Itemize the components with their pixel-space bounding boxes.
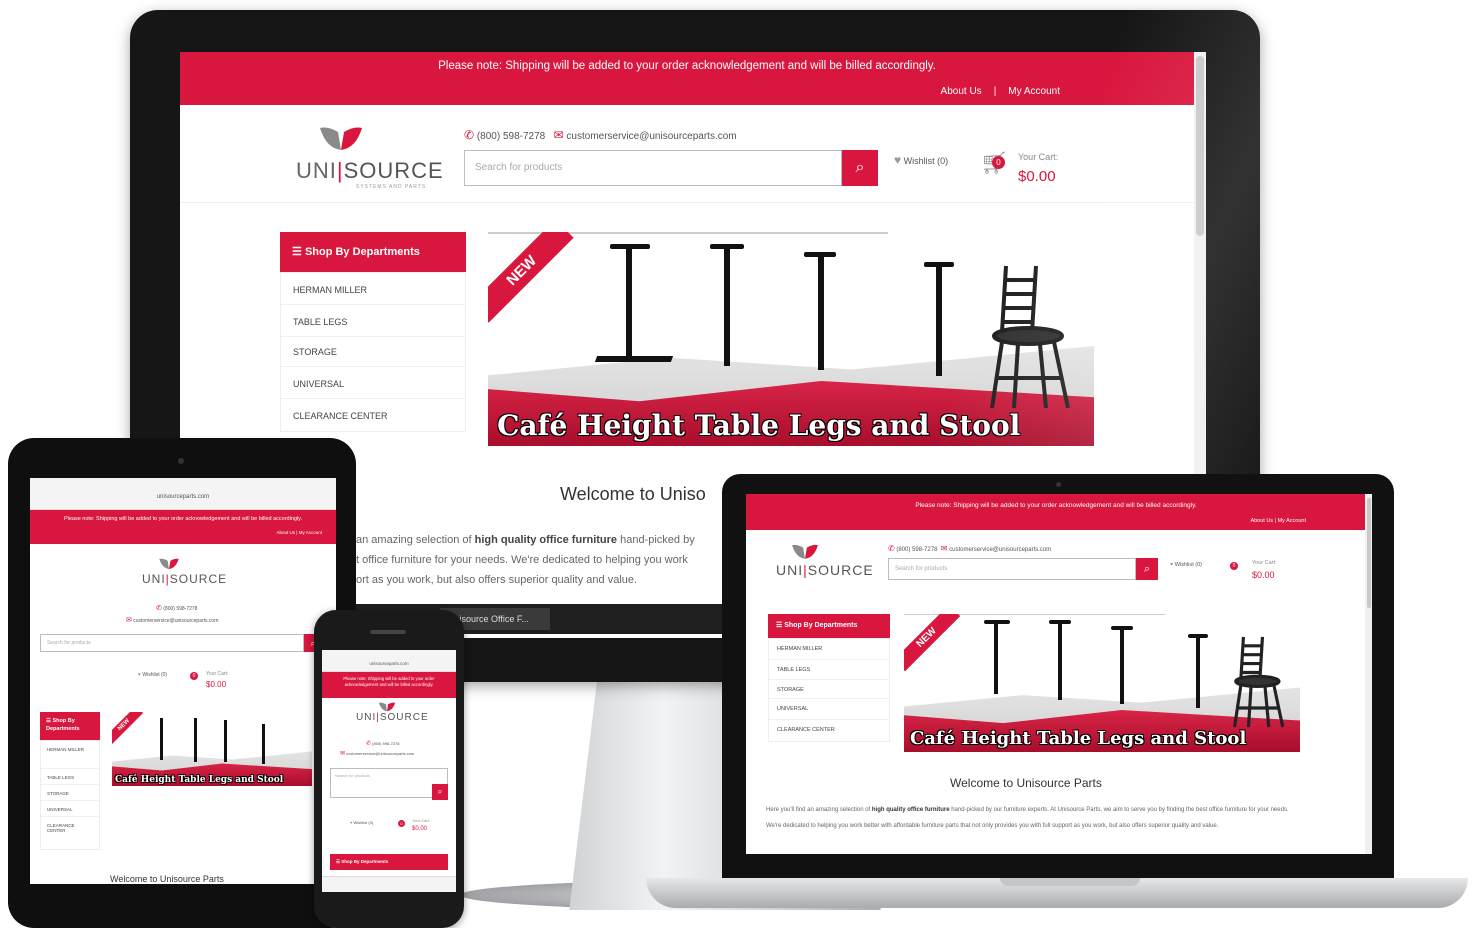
tablet-departments-list: HERMAN MILLER TABLE LEGS STORAGE UNIVERS…: [40, 740, 100, 850]
laptop-notice-bar: Please note: Shipping will be added to y…: [746, 494, 1366, 530]
laptop-search-button[interactable]: ⌕: [1136, 558, 1158, 580]
laptop-screen: Please note: Shipping will be added to y…: [746, 494, 1372, 854]
dept-clearance-center[interactable]: CLEARANCE CENTER: [281, 399, 465, 431]
laptop-cart-label: Your Cart:: [1252, 560, 1277, 566]
shop-by-departments[interactable]: ☰ Shop By Departments: [280, 232, 466, 272]
tablet-phone: ✆ (800) 598-7278: [156, 605, 198, 612]
heart-icon: ♥: [894, 153, 902, 167]
search-button[interactable]: ⌕: [842, 150, 878, 186]
phone-search-button[interactable]: ⌕: [432, 784, 448, 800]
laptop-welcome: Welcome to Unisource Parts: [950, 776, 1102, 790]
tablet-notice-bar: Please note: Shipping will be added to y…: [30, 510, 336, 544]
tablet-wishlist[interactable]: ♥ Wishlist (0): [138, 672, 167, 678]
tablet-email: ✉ customerservice@unisourceparts.com: [126, 617, 219, 624]
phone-cart-badge[interactable]: 0: [398, 820, 405, 827]
laptop-intro-paragraph: Here you'll find an amazing selection of…: [766, 807, 1289, 829]
laptop-departments-button[interactable]: ☰ Shop By Departments: [768, 614, 890, 638]
tablet-logo-text: UNI|SOURCE: [142, 572, 228, 586]
tablet-logo-mark: [159, 558, 179, 570]
phone-icon: ✆: [464, 128, 475, 142]
tablet-address-bar[interactable]: unisourceparts.com: [30, 478, 336, 510]
laptop-camera: [1056, 482, 1061, 487]
laptop-dept-clearance[interactable]: CLEARANCE CENTER: [769, 720, 889, 741]
departments-list: HERMAN MILLER TABLE LEGS STORAGE UNIVERS…: [280, 272, 466, 432]
search-input[interactable]: Search for products: [464, 150, 842, 186]
laptop-scrollbar[interactable]: [1365, 494, 1372, 854]
laptop-departments-list: HERMAN MILLER TABLE LEGS STORAGE UNIVERS…: [768, 638, 890, 742]
mail-icon: ✉: [553, 128, 564, 142]
tablet-camera: [178, 458, 184, 464]
dept-table-legs[interactable]: TABLE LEGS: [281, 305, 465, 337]
laptop-new-badge: NEW: [904, 614, 961, 672]
tablet-dept-storage[interactable]: STORAGE: [41, 785, 99, 801]
tablet-dept-herman-miller[interactable]: HERMAN MILLER: [41, 741, 99, 769]
tablet-departments-button[interactable]: ☰ Shop By Departments: [40, 712, 100, 740]
tablet-dept-table-legs[interactable]: TABLE LEGS: [41, 769, 99, 785]
tablet-banner[interactable]: NEW Café Height Table Legs and Stool: [112, 712, 312, 786]
dept-storage[interactable]: STORAGE: [281, 337, 465, 367]
tablet-dept-universal[interactable]: UNIVERSAL: [41, 801, 99, 817]
logo-text[interactable]: UNI|SOURCE: [296, 158, 444, 184]
phone-email: ✉ customerservice@unisourceparts.com: [340, 751, 415, 757]
laptop-cart-total[interactable]: $0.00: [1252, 570, 1275, 580]
tablet-cart-total: $0.00: [206, 680, 227, 689]
laptop-contact: ✆ (800) 598-7278 ✉ customerservice@uniso…: [888, 544, 1052, 553]
laptop-banner-title: Café Height Table Legs and Stool: [909, 728, 1247, 750]
laptop-cart-badge[interactable]: 0: [1230, 562, 1238, 570]
phone-logo-mark: [378, 702, 396, 712]
tablet-cart-badge[interactable]: 0: [190, 672, 198, 680]
phone-search-input[interactable]: Search for products: [330, 768, 448, 798]
phone-speaker: [370, 630, 406, 634]
dept-universal[interactable]: UNIVERSAL: [281, 367, 465, 399]
logo-mark[interactable]: [318, 126, 364, 152]
phone-cart-label: Your Cart:: [412, 818, 430, 823]
laptop-dept-storage[interactable]: STORAGE: [769, 680, 889, 699]
phone-screen: unisourceparts.com Please note: Shipping…: [322, 650, 456, 892]
welcome-heading: Welcome to Uniso: [560, 484, 706, 504]
laptop-dept-herman-miller[interactable]: HERMAN MILLER: [769, 639, 889, 660]
tablet-search-input[interactable]: Search for products: [40, 634, 304, 652]
menu-icon: ☰: [292, 246, 302, 258]
tablet-welcome: Welcome to Unisource Parts: [110, 874, 224, 884]
phone-notice-bar: Please note: Shipping will be added to y…: [322, 672, 456, 698]
phone-wishlist[interactable]: ♥ Wishlist (0): [350, 820, 373, 825]
phone-toolbar: [322, 876, 456, 892]
tablet-new-badge: NEW: [112, 712, 144, 745]
laptop-notch: [1000, 878, 1140, 886]
laptop-stool-image: [1232, 636, 1285, 728]
dept-herman-miller[interactable]: HERMAN MILLER: [281, 273, 465, 305]
phone-number[interactable]: (800) 598-7278: [477, 131, 545, 142]
tablet-banner-title: Café Height Table Legs and Stool: [115, 774, 284, 785]
contact-row: ✆ (800) 598-7278 ✉ customerservice@uniso…: [464, 128, 737, 142]
phone-address-bar[interactable]: unisourceparts.com: [322, 650, 456, 672]
laptop-banner[interactable]: NEW Café Height Table Legs and Stool: [904, 614, 1300, 752]
laptop-logo-mark[interactable]: [790, 544, 820, 560]
laptop-logo-text[interactable]: UNI|SOURCE: [776, 562, 874, 578]
new-badge: NEW: [488, 232, 574, 323]
laptop-dept-universal[interactable]: UNIVERSAL: [769, 699, 889, 720]
phone-logo-text: UNI|SOURCE: [356, 712, 429, 723]
phone-phone: ✆ (800) 598-7278: [366, 741, 400, 747]
phone-cart-total: $0.00: [412, 826, 428, 832]
laptop-wishlist[interactable]: ♥ Wishlist (0): [1170, 562, 1202, 568]
tablet-cart-label: Your Cart:: [206, 671, 229, 677]
phone-departments-button[interactable]: ☰ Shop By Departments: [330, 854, 448, 870]
logo-tagline: SYSTEMS AND PARTS: [356, 184, 427, 190]
search-icon: ⌕: [855, 159, 865, 176]
email-address[interactable]: customerservice@unisourceparts.com: [566, 131, 736, 142]
laptop-search-input[interactable]: Search for products: [888, 558, 1136, 580]
tablet-dept-clearance[interactable]: CLEARANCE CENTER: [41, 817, 99, 845]
tablet-screen: unisourceparts.com Please note: Shipping…: [30, 478, 336, 884]
laptop-dept-table-legs[interactable]: TABLE LEGS: [769, 660, 889, 680]
